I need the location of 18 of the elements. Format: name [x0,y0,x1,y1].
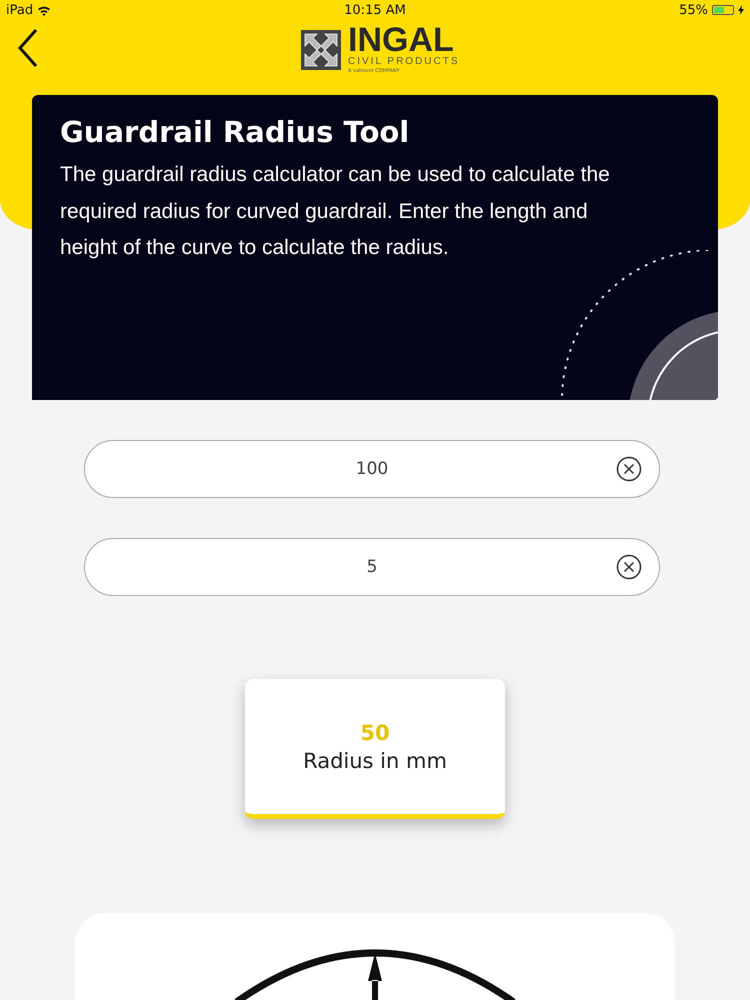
clear-icon[interactable] [616,554,642,580]
logo-name: INGAL [348,24,454,56]
battery-icon [712,5,734,15]
tool-title: Guardrail Radius Tool [60,115,410,149]
charging-icon [738,5,744,15]
clock: 10:15 AM [343,2,407,18]
back-icon[interactable] [16,28,40,68]
result-label: Radius in mm [303,748,447,772]
device-name: iPad [6,2,34,18]
clear-icon[interactable] [616,456,642,482]
battery-percent: 55% [679,2,708,18]
logo-icon [300,28,342,70]
logo-subtitle: CIVIL PRODUCTS [348,56,460,68]
tool-description: The guardrail radius calculator can be used to calculate the required radius for curved guardrail. Enter the length and height of the curve to calculate the radius. [60,162,611,261]
input-field[interactable]: 100 [84,440,660,498]
input-field[interactable]: 5 [84,538,660,596]
wifi-icon [37,4,52,16]
result-value: 50 [360,720,390,744]
